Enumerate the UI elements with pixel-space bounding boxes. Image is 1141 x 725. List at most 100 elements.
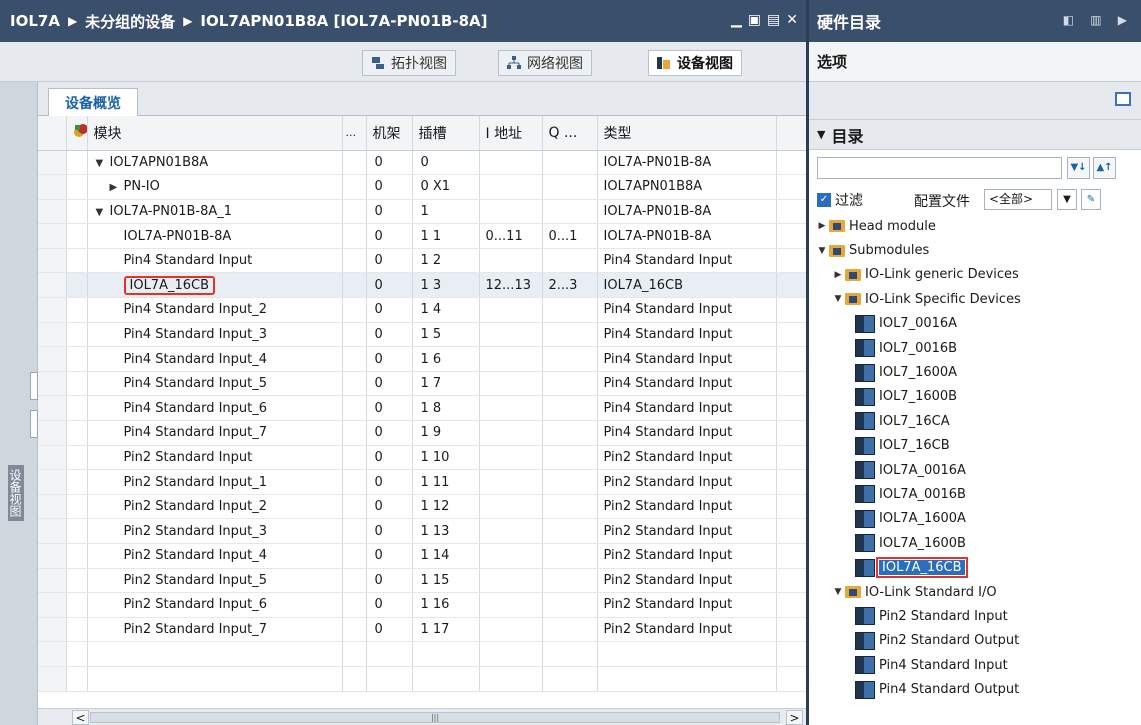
float-icon[interactable]: ▣ [748,12,761,28]
table-row[interactable] [38,641,806,667]
module-cell[interactable]: ▼ IOL7A-PN01B-8A_1 [87,199,343,225]
catalog-tree-item[interactable]: IOL7A_0016B [809,482,1141,506]
table-row[interactable]: Pin2 Standard Input_3 0 1 13 Pin2 Standard … [38,518,806,544]
catalog-tree-item[interactable]: ▼ IO-Link Specific Devices [809,287,1141,311]
module-cell[interactable]: Pin2 Standard Input_1 [87,469,343,495]
column-header-q-address[interactable]: Q ... [542,116,598,151]
table-row[interactable] [38,666,806,692]
catalog-search-input[interactable] [817,157,1062,179]
module-cell[interactable]: Pin4 Standard Input_3 [87,322,343,348]
scroll-thumb[interactable]: ||| [90,712,780,723]
table-row[interactable]: Pin4 Standard Input_7 0 1 9 Pin4 Standard I… [38,420,806,446]
expand-down-icon[interactable]: ▼ [831,587,845,597]
catalog-tree-item[interactable]: IOL7_1600B [809,385,1141,409]
module-cell[interactable]: ▶ PN-IO [87,174,343,200]
options-header[interactable]: 选项 [809,42,1141,82]
table-row[interactable]: ▶ PN-IO 0 0 X1 IOL7APN01B8A [38,174,806,200]
topology-view-button[interactable]: 拓扑视图 [362,50,456,76]
table-row[interactable]: Pin2 Standard Input_5 0 1 15 Pin2 Standard … [38,568,806,594]
side-device-view-label[interactable]: 设备视图 [8,465,24,521]
table-row[interactable]: Pin4 Standard Input_5 0 1 7 Pin4 Standard I… [38,371,806,397]
breadcrumb-item[interactable]: IOL7A [10,12,60,30]
pane-toggle-icon[interactable] [1115,92,1131,106]
module-cell[interactable]: Pin2 Standard Input [87,445,343,471]
catalog-tree-item[interactable]: IOL7A_0016A [809,458,1141,482]
module-cell[interactable]: Pin2 Standard Input_4 [87,543,343,569]
expand-right-icon[interactable]: ▶ [110,182,124,193]
module-cell[interactable]: Pin2 Standard Input_5 [87,568,343,594]
column-header-type[interactable]: 类型 [597,116,777,151]
catalog-tree-item[interactable]: IOL7A_1600A [809,507,1141,531]
table-row[interactable]: Pin2 Standard Input_7 0 1 17 Pin2 Standard … [38,617,806,643]
device-view-button[interactable]: 设备视图 [648,50,742,76]
minimize-icon[interactable]: ▁ [731,12,742,28]
catalog-tree-item[interactable]: IOL7_16CB [809,434,1141,458]
table-row[interactable]: ▼ IOL7APN01B8A 0 0 IOL7A-PN01B-8A [38,150,806,176]
catalog-tree-item[interactable]: IOL7_0016A [809,312,1141,336]
table-row[interactable]: Pin4 Standard Input 0 1 2 Pin4 Standard Inp… [38,248,806,274]
catalog-tree-item[interactable]: IOL7_16CA [809,409,1141,433]
column-header-more[interactable]: ... [342,116,367,151]
breadcrumb-item[interactable]: 未分组的设备 [85,11,175,32]
expand-down-icon[interactable]: ▼ [96,207,110,218]
column-header-slot[interactable]: 插槽 [412,116,480,151]
tab-device-overview[interactable]: 设备概览 [48,88,138,117]
profile-dropdown-icon[interactable]: ▼ [1057,189,1077,210]
horizontal-scrollbar[interactable]: < ||| > [38,708,806,725]
table-row[interactable]: ▼ IOL7A-PN01B-8A_1 0 1 IOL7A-PN01B-8A [38,199,806,225]
table-row[interactable]: Pin2 Standard Input_1 0 1 11 Pin2 Standard … [38,469,806,495]
module-cell[interactable]: Pin4 Standard Input_6 [87,395,343,422]
catalog-tree-item[interactable]: Pin2 Standard Output [809,629,1141,653]
catalog-tree-item[interactable]: ▶ Head module [809,214,1141,238]
search-down-icon[interactable]: ▼↓ [1067,157,1090,179]
close-icon[interactable]: ✕ [786,12,798,28]
catalog-tree-item[interactable]: ▼ Submodules [809,238,1141,262]
side-expand-handle[interactable] [30,410,38,438]
column-header-rack[interactable]: 机架 [366,116,413,151]
table-row[interactable]: Pin2 Standard Input 0 1 10 Pin2 Standard In… [38,445,806,471]
profile-settings-icon[interactable]: ✎ [1081,189,1101,210]
module-cell[interactable]: Pin2 Standard Input_2 [87,494,343,520]
table-row[interactable]: Pin4 Standard Input_3 0 1 5 Pin4 Standard I… [38,322,806,348]
module-cell[interactable]: Pin4 Standard Input_4 [87,346,343,372]
network-view-button[interactable]: 网络视图 [498,50,592,76]
module-cell[interactable]: Pin4 Standard Input_2 [87,297,343,323]
breadcrumb-item[interactable]: IOL7APN01B8A [IOL7A-PN01B-8A] [200,12,487,30]
expand-right-icon[interactable]: ▶ [831,270,845,280]
catalog-tree-item[interactable]: Pin2 Standard Input [809,604,1141,628]
catalog-header[interactable]: ▼ 目录 [809,120,1141,150]
expand-down-icon[interactable]: ▼ [815,246,829,256]
module-cell[interactable]: ▼ IOL7APN01B8A [87,150,343,176]
catalog-tree-item[interactable]: ▼ IO-Link Standard I/O [809,580,1141,604]
module-cell[interactable] [87,641,343,667]
module-cell[interactable]: IOL7A_16CB [87,272,343,299]
table-row[interactable]: Pin4 Standard Input_2 0 1 4 Pin4 Standard I… [38,297,806,323]
catalog-tree-item[interactable]: IOL7A_1600B [809,531,1141,555]
module-cell[interactable]: IOL7A-PN01B-8A [87,223,343,249]
catalog-tree-item[interactable]: ▶ IO-Link generic Devices [809,263,1141,287]
catalog-tree-item[interactable]: IOL7A_16CB [809,555,1141,579]
catalog-tree-item[interactable]: IOL7_1600A [809,360,1141,384]
module-cell[interactable]: Pin2 Standard Input_3 [87,518,343,544]
table-row[interactable]: Pin4 Standard Input_6 0 1 8 Pin4 Standard I… [38,395,806,422]
catalog-tree-item[interactable]: Pin4 Standard Input [809,653,1141,677]
side-collapse-handle[interactable] [30,372,38,400]
module-cell[interactable]: Pin4 Standard Input_7 [87,420,343,446]
maximize-icon[interactable]: ▤ [767,12,780,28]
table-row[interactable]: Pin2 Standard Input_2 0 1 12 Pin2 Standard … [38,494,806,520]
filter-checkbox[interactable]: ✓ [817,193,831,207]
search-up-icon[interactable]: ▲↑ [1093,157,1116,179]
module-cell[interactable]: Pin4 Standard Input [87,248,343,274]
expand-down-icon[interactable]: ▼ [96,158,110,169]
module-cell[interactable]: Pin4 Standard Input_5 [87,371,343,397]
profile-select[interactable]: <全部> [984,189,1052,210]
catalog-tree-item[interactable]: Pin4 Standard Output [809,677,1141,701]
table-row[interactable]: IOL7A_16CB 0 1 3 12...13 2...3 IOL7A_16CB [38,272,806,299]
table-row[interactable]: IOL7A-PN01B-8A 0 1 1 0...11 0...1 IOL7A-PN01B… [38,223,806,249]
module-cell[interactable]: Pin2 Standard Input_7 [87,617,343,643]
expand-down-icon[interactable]: ▼ [831,294,845,304]
table-row[interactable]: Pin2 Standard Input_6 0 1 16 Pin2 Standard … [38,592,806,618]
panel-controls[interactable]: ◧ ▥ ▶ [1063,13,1133,27]
scroll-right-icon[interactable]: > [786,710,803,725]
expand-right-icon[interactable]: ▶ [815,221,829,231]
